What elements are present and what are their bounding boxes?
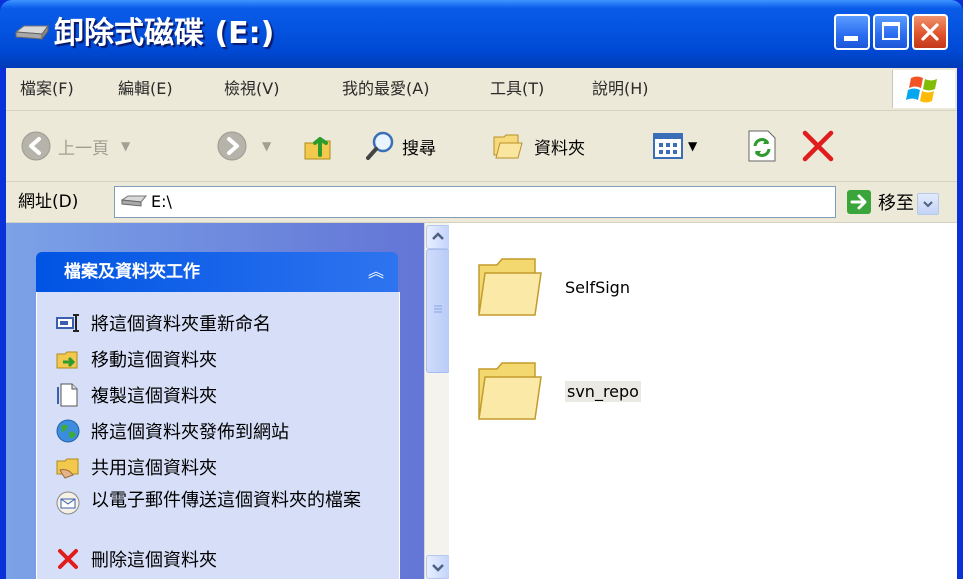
email-icon	[56, 491, 80, 515]
rename-icon	[56, 314, 79, 332]
address-value: E:\	[151, 192, 172, 211]
task-pane: 檔案及資料夾工作 ︽ 將這個資料夾重新命名 移動這個資料夾 複製這個資料夾 將這…	[6, 223, 424, 579]
maximize-button[interactable]	[873, 14, 909, 50]
views-button[interactable]: ▼	[652, 111, 697, 181]
task-email-folder[interactable]: 以電子郵件傳送這個資料夾的檔案	[55, 490, 375, 516]
forward-arrow-icon	[217, 131, 247, 161]
task-rename-folder[interactable]: 將這個資料夾重新命名	[55, 310, 271, 336]
search-icon	[366, 131, 394, 160]
title-bar[interactable]: 卸除式磁碟 (E:)	[0, 0, 963, 68]
back-button[interactable]: 上一頁 ▼	[20, 111, 130, 181]
minimize-button[interactable]	[834, 14, 870, 50]
drive-icon	[121, 195, 147, 207]
forward-button[interactable]: ▼	[216, 111, 271, 181]
menu-tools[interactable]: 工具(T)	[490, 68, 544, 110]
folder-item[interactable]: svn_repo	[475, 359, 641, 423]
up-folder-icon	[304, 137, 331, 160]
task-label: 刪除這個資料夾	[91, 550, 217, 571]
sync-button[interactable]	[746, 111, 778, 181]
folder-name: svn_repo	[565, 380, 641, 402]
client-area: 檔案(F) 編輯(E) 檢視(V) 我的最愛(A) 工具(T) 說明(H) 上一…	[6, 68, 957, 579]
menu-edit[interactable]: 編輯(E)	[118, 68, 173, 110]
views-icon	[653, 133, 683, 159]
go-label: 移至	[878, 193, 914, 214]
menu-bar: 檔案(F) 編輯(E) 檢視(V) 我的最愛(A) 工具(T) 說明(H)	[6, 68, 957, 111]
close-button[interactable]	[912, 14, 948, 50]
task-share-folder[interactable]: 共用這個資料夾	[55, 454, 217, 480]
chevron-down-icon	[432, 564, 444, 572]
folders-button[interactable]: 資料夾	[492, 111, 585, 181]
task-publish-folder[interactable]: 將這個資料夾發佈到網站	[55, 418, 289, 444]
delete-icon	[58, 549, 78, 569]
windows-flag-icon	[906, 76, 937, 103]
task-list: 將這個資料夾重新命名 移動這個資料夾 複製這個資料夾 將這個資料夾發佈到網站 共…	[36, 292, 400, 579]
address-label: 網址(D)	[18, 192, 79, 212]
folder-name: SelfSign	[565, 277, 630, 297]
menu-file[interactable]: 檔案(F)	[20, 68, 74, 110]
standard-toolbar: 上一頁 ▼ ▼ 搜尋 資料夾 ▼	[6, 111, 957, 182]
folder-item[interactable]: SelfSign	[475, 255, 630, 319]
content-area: 檔案及資料夾工作 ︽ 將這個資料夾重新命名 移動這個資料夾 複製這個資料夾 將這…	[6, 223, 957, 579]
back-arrow-icon	[21, 131, 51, 161]
chevron-up-icon	[432, 232, 444, 240]
address-bar: 網址(D) E:\ 移至	[6, 182, 957, 223]
scroll-down-button[interactable]	[426, 555, 450, 579]
go-button[interactable]: 移至	[846, 182, 914, 222]
task-pane-title: 檔案及資料夾工作	[64, 262, 200, 282]
scroll-thumb[interactable]	[426, 249, 450, 373]
search-button[interactable]: 搜尋	[364, 111, 436, 181]
up-folder-button[interactable]	[302, 111, 336, 181]
task-label: 以電子郵件傳送這個資料夾的檔案	[91, 490, 361, 511]
task-pane-scrollbar[interactable]	[424, 223, 450, 579]
maximize-icon	[882, 22, 900, 40]
menu-help[interactable]: 說明(H)	[592, 68, 649, 110]
folder-icon	[478, 258, 542, 316]
minimize-icon	[844, 36, 858, 41]
close-icon	[921, 23, 939, 41]
task-copy-folder[interactable]: 複製這個資料夾	[55, 382, 217, 408]
task-delete-folder[interactable]: 刪除這個資料夾	[55, 546, 217, 572]
chevron-down-icon	[923, 201, 933, 208]
go-arrow-icon	[847, 190, 871, 214]
task-move-folder[interactable]: 移動這個資料夾	[55, 346, 217, 372]
grip-icon	[434, 305, 442, 313]
address-dropdown-button[interactable]	[917, 193, 939, 215]
move-icon	[56, 351, 78, 369]
share-folder-icon	[56, 458, 79, 479]
back-label: 上一頁	[58, 138, 109, 159]
copy-icon	[57, 383, 78, 407]
views-dropdown-icon[interactable]: ▼	[688, 139, 697, 153]
file-list: SelfSign svn_repo	[449, 223, 957, 579]
folder-icon	[478, 362, 542, 420]
task-label: 複製這個資料夾	[91, 386, 217, 407]
delete-x-icon	[802, 130, 834, 162]
menu-view[interactable]: 檢視(V)	[224, 68, 279, 110]
folders-icon	[493, 134, 523, 159]
publish-web-icon	[56, 419, 80, 443]
task-label: 將這個資料夾重新命名	[91, 314, 271, 335]
removable-drive-icon	[14, 24, 49, 41]
scroll-up-button[interactable]	[426, 225, 450, 249]
back-dropdown-icon[interactable]: ▼	[121, 139, 130, 153]
windows-logo	[892, 70, 955, 108]
explorer-window: 卸除式磁碟 (E:) 檔案(F) 編輯(E) 檢視(V) 我的最愛(A) 工具(…	[0, 0, 963, 579]
forward-dropdown-icon[interactable]: ▼	[262, 139, 271, 153]
task-label: 共用這個資料夾	[91, 458, 217, 479]
task-label: 移動這個資料夾	[91, 350, 217, 371]
task-label: 將這個資料夾發佈到網站	[91, 422, 289, 443]
address-input[interactable]: E:\	[114, 186, 939, 218]
sync-icon	[748, 130, 776, 162]
window-title: 卸除式磁碟 (E:)	[54, 16, 275, 51]
search-label: 搜尋	[402, 138, 436, 159]
folders-label: 資料夾	[534, 138, 585, 159]
file-folder-tasks-header[interactable]: 檔案及資料夾工作 ︽	[36, 252, 398, 292]
collapse-chevron-icon[interactable]: ︽	[368, 252, 384, 292]
delete-button[interactable]	[800, 111, 836, 181]
menu-favorites[interactable]: 我的最愛(A)	[342, 68, 429, 110]
